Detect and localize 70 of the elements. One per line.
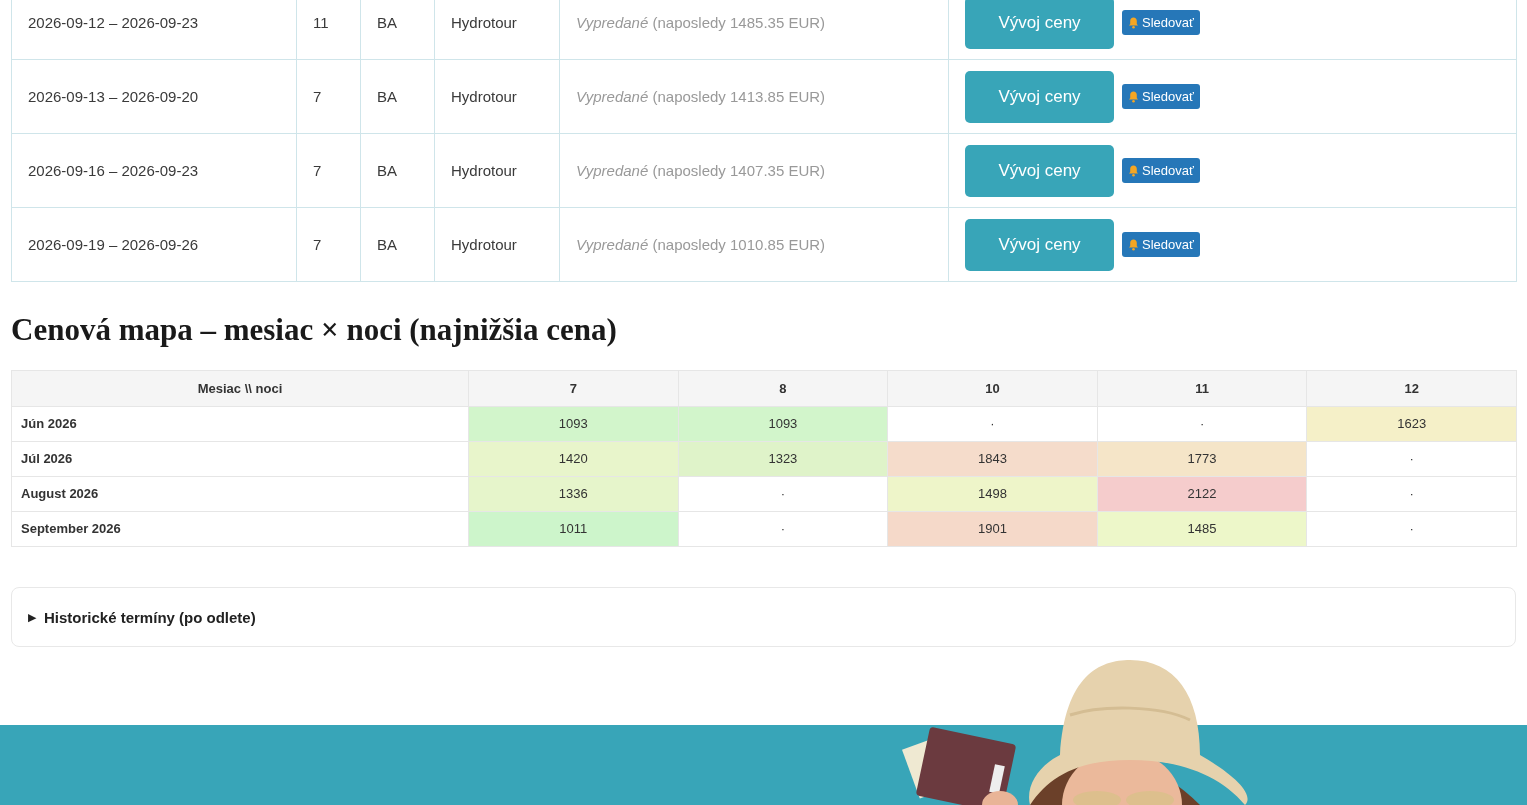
disclosure-label: Historické termíny (po odlete) [44, 608, 256, 626]
price-cell: 1011 [468, 511, 679, 547]
bell-icon [1128, 16, 1139, 29]
watch-button[interactable]: Sledovať [1122, 232, 1200, 257]
price-note: (naposledy 1485.35 EUR) [652, 13, 826, 31]
price-cell: 1773 [1097, 441, 1307, 477]
row-header: Júl 2026 [11, 441, 469, 477]
price-cell: · [1306, 511, 1517, 547]
bell-icon [1128, 164, 1139, 177]
price-cell: 1336 [468, 476, 679, 512]
table-cell: Hydrotour [434, 0, 560, 60]
watch-button[interactable]: Sledovať [1122, 158, 1200, 183]
column-header: 8 [678, 370, 888, 407]
price-cell: 1323 [678, 441, 888, 477]
table-cell: Hydrotour [434, 59, 560, 134]
price-cell: 1498 [887, 476, 1098, 512]
table-cell: 7 [296, 59, 361, 134]
price-cell: 1901 [887, 511, 1098, 547]
price-history-button[interactable]: Vývoj ceny [965, 70, 1114, 123]
price-note: (naposledy 1407.35 EUR) [652, 161, 826, 179]
price-cell: 1485 [1097, 511, 1307, 547]
price-cell: · [678, 476, 888, 512]
status-text: Vypredané [576, 13, 649, 31]
table-cell: 7 [296, 133, 361, 208]
column-header: 11 [1097, 370, 1307, 407]
bell-icon [1128, 238, 1139, 251]
price-note: (naposledy 1010.85 EUR) [652, 235, 826, 253]
price-cell: 1623 [1306, 406, 1517, 442]
table-cell: BA [360, 0, 435, 60]
marker-label: ▶ [28, 610, 36, 624]
price-cell: 1093 [678, 406, 888, 442]
table-cell: BA [360, 133, 435, 208]
table-cell: Hydrotour [434, 133, 560, 208]
watch-button[interactable]: Sledovať [1122, 84, 1200, 109]
table-cell: Hydrotour [434, 207, 560, 282]
column-header: 7 [468, 370, 679, 407]
price-cell: · [1097, 406, 1307, 442]
table-cell: BA [360, 207, 435, 282]
status-text: Vypredané [576, 87, 649, 105]
watch-button[interactable]: Sledovať [1122, 10, 1200, 35]
price-cell: · [1306, 476, 1517, 512]
column-header: 12 [1306, 370, 1517, 407]
status-text: Vypredané [576, 235, 649, 253]
price-cell: · [678, 511, 888, 547]
history-disclosure[interactable]: ▶ Historické termíny (po odlete) [11, 587, 1516, 647]
price-cell: 1093 [468, 406, 679, 442]
column-header: Mesiac \\ noci [11, 370, 469, 407]
table-cell: 11 [296, 0, 361, 60]
price-cell: · [1306, 441, 1517, 477]
bell-icon [1128, 90, 1139, 103]
column-header: 10 [887, 370, 1098, 407]
table-cell: 2026-09-12 – 2026-09-23 [11, 0, 297, 60]
row-header: September 2026 [11, 511, 469, 547]
price-history-button[interactable]: Vývoj ceny [965, 218, 1114, 271]
price-cell: 2122 [1097, 476, 1307, 512]
price-note: (naposledy 1413.85 EUR) [652, 87, 826, 105]
price-history-button[interactable]: Vývoj ceny [965, 0, 1114, 49]
price-cell: · [887, 406, 1098, 442]
row-header: August 2026 [11, 476, 469, 512]
table-cell: 2026-09-19 – 2026-09-26 [11, 207, 297, 282]
price-cell: 1420 [468, 441, 679, 477]
price-history-button[interactable]: Vývoj ceny [965, 144, 1114, 197]
table-cell: 2026-09-16 – 2026-09-23 [11, 133, 297, 208]
row-header: Jún 2026 [11, 406, 469, 442]
price-cell: 1843 [887, 441, 1098, 477]
table-cell: BA [360, 59, 435, 134]
table-cell: 7 [296, 207, 361, 282]
section-heading: Cenová mapa – mesiac × noci (najnižšia cena) [11, 312, 618, 348]
status-text: Vypredané [576, 161, 649, 179]
table-cell: 2026-09-13 – 2026-09-20 [11, 59, 297, 134]
